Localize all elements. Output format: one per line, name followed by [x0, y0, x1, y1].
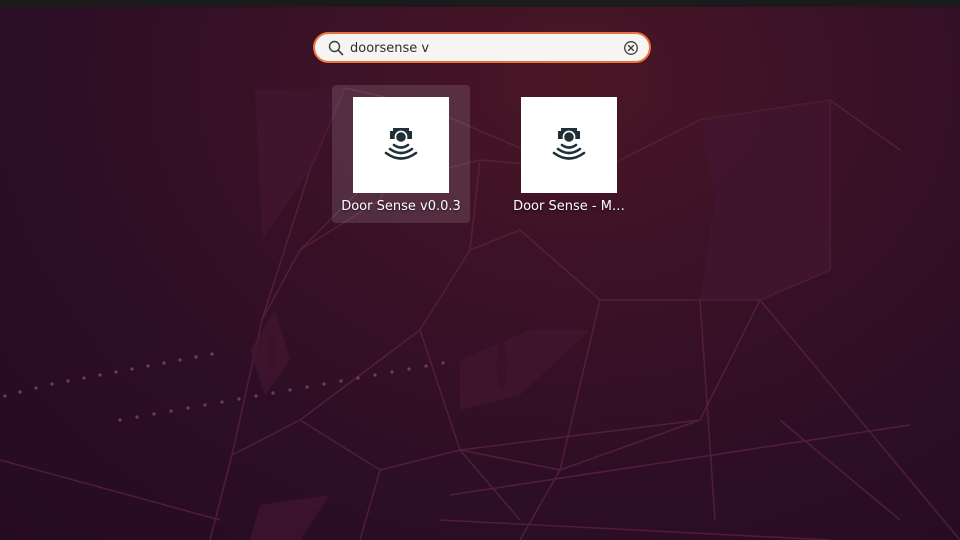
app-label: Door Sense - M… [513, 199, 625, 214]
clear-search-icon[interactable] [623, 40, 639, 56]
app-label: Door Sense v0.0.3 [341, 199, 461, 214]
search-input[interactable] [350, 37, 610, 59]
search-box[interactable] [313, 32, 651, 63]
door-sensor-icon [521, 97, 617, 193]
wallpaper-background [0, 87, 960, 540]
door-sensor-icon [353, 97, 449, 193]
app-result-door-sense-v003[interactable]: Door Sense v0.0.3 [332, 85, 470, 223]
app-result-door-sense-m[interactable]: Door Sense - M… [500, 85, 638, 223]
search-icon [328, 40, 344, 56]
